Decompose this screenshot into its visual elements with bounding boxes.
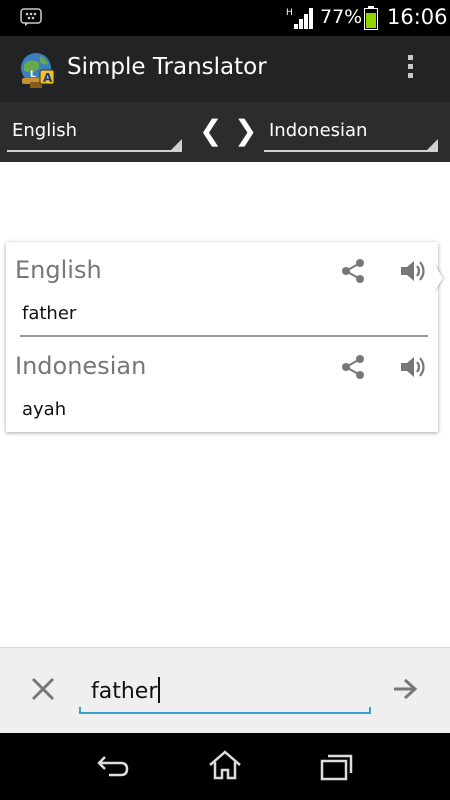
target-language-label: Indonesian: [269, 120, 368, 141]
input-underline: [79, 712, 371, 714]
translation-card: English father Indonesian ayah: [6, 242, 438, 432]
speaker-icon[interactable]: [399, 258, 427, 284]
input-underline-tick: [369, 707, 371, 714]
translate-input-value[interactable]: father: [91, 677, 161, 704]
share-icon[interactable]: [340, 258, 366, 284]
previous-language-button[interactable]: ❮: [199, 114, 222, 147]
source-text[interactable]: father: [22, 303, 76, 324]
share-icon[interactable]: [340, 354, 366, 380]
spinner-triangle-icon: [427, 139, 438, 150]
language-bar: English ❮ ❯ Indonesian: [0, 102, 450, 162]
clear-icon[interactable]: [30, 676, 56, 702]
input-underline-tick: [79, 707, 81, 714]
source-language-heading: English: [15, 256, 102, 284]
action-bar: A L Simple Translator: [0, 36, 450, 102]
spinner-underline: [264, 150, 438, 152]
clock: 16:06: [387, 5, 448, 29]
svg-text:A: A: [43, 71, 53, 85]
card-divider: [20, 335, 428, 337]
recent-apps-icon[interactable]: [320, 751, 354, 781]
text-caret: [158, 677, 161, 703]
svg-text:L: L: [30, 70, 36, 80]
speaker-icon[interactable]: [399, 354, 427, 380]
source-language-label: English: [12, 120, 77, 141]
status-bar: H 77% 16:06: [0, 0, 450, 36]
overflow-menu-icon[interactable]: [398, 52, 422, 86]
app-title: Simple Translator: [67, 54, 267, 80]
back-icon[interactable]: [95, 751, 131, 781]
send-arrow-icon[interactable]: [392, 678, 418, 700]
svg-text:H: H: [286, 8, 293, 18]
spinner-underline: [7, 150, 182, 152]
blackberry-messenger-icon: [20, 8, 42, 26]
home-icon[interactable]: [207, 749, 243, 781]
content-area: English father Indonesian ayah: [0, 162, 450, 647]
signal-icon: H: [286, 8, 313, 29]
navigation-bar: [0, 733, 450, 800]
target-language-heading: Indonesian: [15, 352, 147, 380]
battery-icon: [364, 6, 378, 30]
spinner-triangle-icon: [171, 139, 182, 150]
input-bar: father: [0, 647, 450, 733]
target-language-spinner[interactable]: Indonesian: [264, 116, 438, 152]
source-language-spinner[interactable]: English: [7, 116, 182, 152]
app-globe-icon: A L: [21, 53, 55, 88]
translate-input[interactable]: father: [79, 670, 371, 714]
battery-percent: 77%: [320, 6, 363, 28]
translated-text[interactable]: ayah: [22, 399, 66, 420]
next-language-button[interactable]: ❯: [234, 114, 257, 147]
card-pointer: [434, 264, 443, 292]
